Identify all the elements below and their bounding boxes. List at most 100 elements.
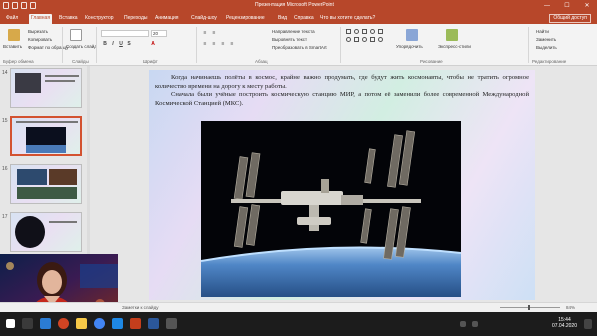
slide-thumbnail[interactable]: [10, 164, 82, 204]
align-center-icon[interactable]: ≡: [211, 41, 217, 47]
tab-design[interactable]: Конструктор: [83, 14, 116, 24]
drawing-group-label: Рисование: [420, 59, 443, 64]
taskbar-clock[interactable]: 15:44 07.04.2020: [552, 317, 577, 329]
align-text-button[interactable]: Выровнять текст: [272, 37, 307, 42]
save-icon[interactable]: [3, 2, 9, 9]
thumbnail-text-line: [49, 221, 77, 223]
tell-me-search[interactable]: Что вы хотите сделать?: [318, 14, 377, 24]
zoom-slider[interactable]: [500, 307, 560, 308]
clipboard-group-label: Буфер обмена: [3, 59, 34, 64]
rectangle-shape-icon[interactable]: [370, 37, 375, 42]
rectangle-shape-icon[interactable]: [362, 29, 367, 34]
arrange-button[interactable]: Упорядочить: [396, 44, 423, 49]
iss-photo[interactable]: [201, 121, 461, 297]
thumbnail-image: [26, 127, 66, 153]
replace-button[interactable]: Заменить: [536, 37, 556, 42]
zoom-slider-thumb[interactable]: [528, 305, 530, 310]
app-icon[interactable]: [166, 318, 177, 329]
align-right-icon[interactable]: ≡: [220, 41, 226, 47]
tab-animations[interactable]: Анимация: [153, 14, 180, 24]
window-title: Презентация Microsoft PowerPoint: [255, 2, 334, 8]
text-direction-button[interactable]: Направление текста: [272, 29, 315, 34]
bullets-icon[interactable]: ≡: [202, 30, 208, 36]
italic-icon[interactable]: I: [110, 41, 116, 47]
thumbnail-text-line: [45, 75, 79, 77]
justify-icon[interactable]: ≡: [229, 41, 235, 47]
font-family-field[interactable]: [101, 30, 149, 37]
tab-help[interactable]: Справка: [292, 14, 316, 24]
undo-icon[interactable]: [12, 2, 18, 9]
quick-styles-icon[interactable]: [446, 29, 458, 41]
word-icon[interactable]: [148, 318, 159, 329]
tab-file[interactable]: Файл: [4, 14, 20, 24]
group-separator: [340, 27, 341, 63]
thumbnail-image: [15, 73, 41, 93]
notifications-icon[interactable]: [584, 319, 592, 329]
tab-home[interactable]: Главная: [29, 14, 53, 24]
rectangle-shape-icon[interactable]: [346, 29, 351, 34]
slide-canvas[interactable]: Когда начинаешь полёты в космос, крайне …: [149, 70, 535, 300]
arrange-icon[interactable]: [406, 29, 418, 41]
rectangle-shape-icon[interactable]: [378, 29, 383, 34]
thumbnail-text-line: [45, 80, 75, 82]
align-left-icon[interactable]: ≡: [202, 41, 208, 47]
powerpoint-icon[interactable]: [130, 318, 141, 329]
maximize-button[interactable]: ☐: [557, 0, 577, 12]
minimize-button[interactable]: —: [537, 0, 557, 12]
shadow-icon[interactable]: S: [126, 41, 132, 47]
quick-styles-button[interactable]: Экспресс-стили: [438, 44, 471, 49]
tab-view[interactable]: Вид: [276, 14, 289, 24]
bold-icon[interactable]: B: [102, 41, 108, 47]
thumbnail-text-line: [16, 121, 78, 123]
zoom-level[interactable]: 84%: [566, 305, 575, 310]
tab-insert[interactable]: Вставка: [57, 14, 80, 24]
powerpoint-window: Презентация Microsoft PowerPoint — ☐ ✕ Ф…: [0, 0, 597, 336]
start-slideshow-icon[interactable]: [30, 2, 36, 9]
tab-slideshow[interactable]: Слайд-шоу: [189, 14, 219, 24]
tab-transitions[interactable]: Переходы: [122, 14, 149, 24]
font-size-field[interactable]: 20: [151, 30, 167, 37]
edge-icon[interactable]: [40, 318, 51, 329]
yandex-browser-icon[interactable]: [58, 318, 69, 329]
tab-review[interactable]: Рецензирование: [224, 14, 267, 24]
select-button[interactable]: Выделить: [536, 45, 557, 50]
smartart-button[interactable]: Преобразовать в SmartArt: [272, 45, 327, 50]
thumbnail-number: 17: [2, 214, 8, 220]
find-button[interactable]: Найти: [536, 29, 549, 34]
chrome-icon[interactable]: [94, 318, 105, 329]
font-color-icon[interactable]: A: [150, 41, 156, 47]
paste-icon[interactable]: [8, 29, 20, 41]
app-icon[interactable]: [112, 318, 123, 329]
thumbnail-number: 16: [2, 166, 8, 172]
slide-thumbnail[interactable]: [10, 212, 82, 252]
thumbnail-image: [17, 187, 77, 199]
copy-button[interactable]: Копировать: [28, 37, 52, 42]
redo-icon[interactable]: [21, 2, 27, 9]
oval-shape-icon[interactable]: [362, 37, 367, 42]
slide-thumbnail[interactable]: [10, 68, 82, 108]
volume-icon[interactable]: [472, 321, 478, 327]
numbering-icon[interactable]: ≡: [211, 30, 217, 36]
close-button[interactable]: ✕: [577, 0, 597, 12]
underline-icon[interactable]: U: [118, 41, 124, 47]
new-slide-button[interactable]: Создать слайд: [66, 44, 97, 49]
ribbon-tabs: Файл Главная Вставка Конструктор Переход…: [0, 12, 597, 24]
notes-hint[interactable]: Заметки к слайду: [122, 305, 158, 310]
thumbnail-number: 14: [2, 70, 8, 76]
oval-shape-icon[interactable]: [354, 29, 359, 34]
paste-button[interactable]: Вставить: [3, 44, 22, 49]
file-explorer-icon[interactable]: [76, 318, 87, 329]
search-icon[interactable]: [22, 318, 33, 329]
oval-shape-icon[interactable]: [378, 37, 383, 42]
group-separator: [96, 27, 97, 63]
slide-thumbnail-selected[interactable]: [10, 116, 82, 156]
rectangle-shape-icon[interactable]: [354, 37, 359, 42]
oval-shape-icon[interactable]: [346, 37, 351, 42]
windows-start-icon[interactable]: [6, 319, 15, 328]
oval-shape-icon[interactable]: [370, 29, 375, 34]
network-icon[interactable]: [460, 321, 466, 327]
slide-text-box[interactable]: Когда начинаешь полёты в космос, крайне …: [155, 74, 529, 108]
cut-button[interactable]: Вырезать: [28, 29, 48, 34]
share-button[interactable]: Общий доступ: [549, 14, 591, 23]
new-slide-icon[interactable]: [70, 29, 82, 41]
